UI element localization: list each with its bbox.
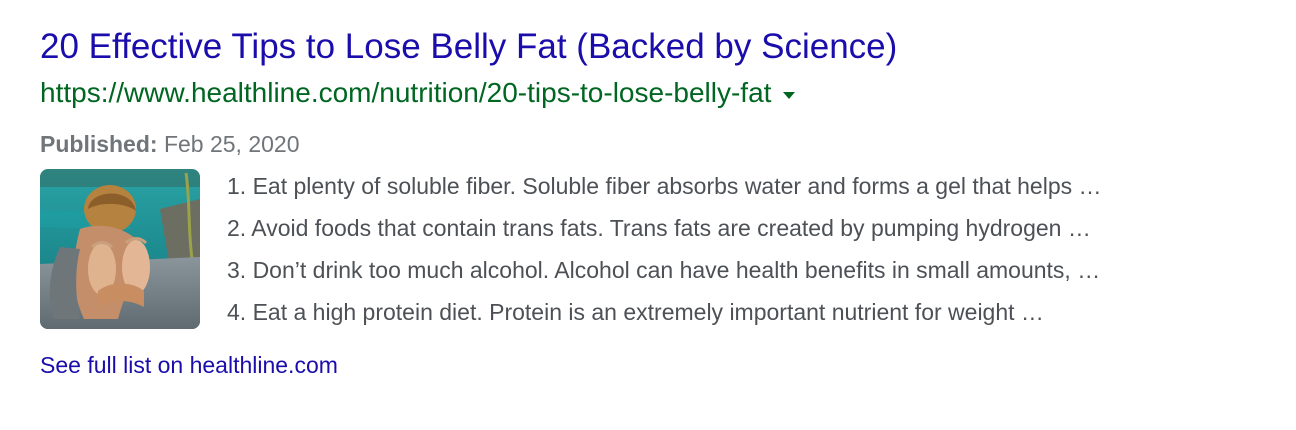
yoga-stretch-image: [40, 169, 200, 329]
search-result: 20 Effective Tips to Lose Belly Fat (Bac…: [40, 22, 1270, 382]
list-item: 1. Eat plenty of soluble fiber. Soluble …: [227, 173, 1102, 199]
published-label: Published:: [40, 131, 158, 157]
published-date: Feb 25, 2020: [163, 131, 300, 157]
result-body: 1. Eat plenty of soluble fiber. Soluble …: [40, 169, 1270, 336]
result-thumbnail[interactable]: [40, 169, 200, 329]
list-item: 2. Avoid foods that contain trans fats. …: [227, 215, 1091, 241]
list-item: 4. Eat a high protein diet. Protein is a…: [227, 299, 1044, 325]
list-item: 3. Don’t drink too much alcohol. Alcohol…: [227, 257, 1101, 283]
result-url-row: https://www.healthline.com/nutrition/20-…: [40, 73, 1270, 113]
result-title-link[interactable]: 20 Effective Tips to Lose Belly Fat (Bac…: [40, 22, 1270, 72]
see-full-list-link[interactable]: See full list on healthline.com: [40, 348, 338, 382]
caret-down-icon[interactable]: [783, 91, 796, 99]
result-list: 1. Eat plenty of soluble fiber. Soluble …: [227, 169, 1102, 336]
published-date-row: Published: Feb 25, 2020: [40, 129, 1270, 159]
result-url[interactable]: https://www.healthline.com/nutrition/20-…: [40, 73, 771, 113]
